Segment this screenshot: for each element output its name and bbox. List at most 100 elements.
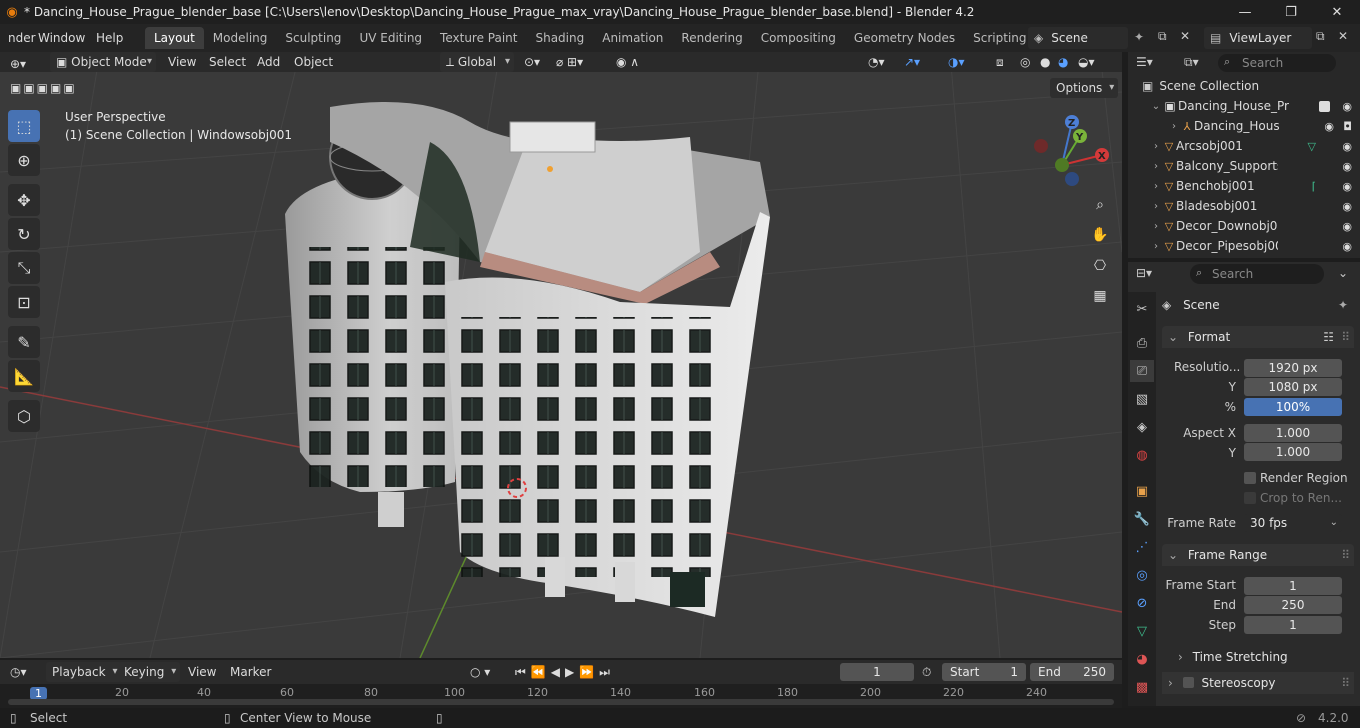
material-shading-icon[interactable]: ◕ — [1058, 52, 1068, 72]
transform-icon[interactable]: ⊡ — [8, 286, 40, 318]
keying-menu[interactable]: Keying — [118, 662, 181, 682]
texture-tab-icon[interactable]: ▩ — [1130, 676, 1154, 698]
select-box-icon[interactable]: ⬚ — [8, 110, 40, 142]
pivot-icon[interactable]: ⊙▾ — [524, 52, 540, 72]
tool-tab-icon[interactable]: ✂ — [1130, 298, 1154, 320]
outliner-item[interactable]: › ▽ Decor_Downobj001 ◉ ◘ — [1150, 216, 1360, 236]
frame-step-field[interactable]: 1 — [1244, 616, 1342, 634]
chevron-down-icon[interactable]: ⌄ — [1150, 101, 1162, 112]
playback-controls-icon[interactable]: ⏮⏪◀▶⏩⏭ — [515, 662, 615, 682]
eye-icon[interactable]: ◉ — [1342, 160, 1352, 173]
eye-icon[interactable]: ◉ — [1342, 200, 1352, 213]
timeline-scrollbar[interactable] — [8, 699, 1114, 705]
drag-handle-icon[interactable]: ⠿ — [1341, 326, 1350, 348]
particles-tab-icon[interactable]: ⋰ — [1130, 536, 1154, 558]
chevron-right-icon[interactable]: › — [1150, 221, 1162, 232]
checkbox-icon[interactable] — [1319, 100, 1330, 112]
resolution-y-field[interactable]: 1080 px — [1244, 378, 1342, 396]
frame-rate-dropdown[interactable]: 30 fps ⌄ — [1244, 514, 1342, 532]
frame-start-field[interactable]: 1 — [1244, 577, 1342, 595]
timeline-editor-icon[interactable]: ◷▾ — [10, 662, 27, 682]
3d-viewport[interactable]: X Y Z User Perspective (1) Scene Collect… — [0, 52, 1122, 658]
tab-animation[interactable]: Animation — [593, 27, 672, 49]
scene-tab-icon[interactable]: ◈ — [1130, 416, 1154, 438]
display-mode-icon[interactable]: ⧉▾ — [1184, 55, 1199, 70]
menu-help[interactable]: Help — [88, 27, 131, 49]
drag-handle-icon[interactable]: ⠿ — [1341, 672, 1350, 694]
pin-icon[interactable]: ✦ — [1134, 30, 1144, 44]
menu-window[interactable]: Window — [30, 27, 93, 49]
properties-editor-icon[interactable]: ⊟▾ — [1136, 266, 1152, 280]
world-tab-icon[interactable]: ◍ — [1130, 444, 1154, 466]
drag-handle-icon[interactable]: ⠿ — [1341, 544, 1350, 566]
pin-icon[interactable]: ✦ — [1338, 294, 1348, 316]
stereoscopy-checkbox[interactable] — [1182, 677, 1194, 688]
tab-uv-editing[interactable]: UV Editing — [350, 27, 431, 49]
outliner-item[interactable]: › ▽ Bladesobj001 ◉ ◘ — [1150, 196, 1360, 216]
outliner-item[interactable]: ⌄ ▣ Dancing_House_Pr ◉ ◘ — [1150, 96, 1360, 116]
grid-view-icon[interactable]: ▦ — [1087, 283, 1113, 309]
timeline-view-menu[interactable]: View — [188, 662, 216, 682]
visibility-icon[interactable]: ◔▾ — [868, 52, 885, 72]
output-tab-icon[interactable]: ⎚ — [1130, 360, 1154, 382]
move-icon[interactable]: ✥ — [8, 184, 40, 216]
tab-geometry-nodes[interactable]: Geometry Nodes — [845, 27, 964, 49]
data-tab-icon[interactable]: ▽ — [1130, 620, 1154, 642]
scene-selector[interactable]: ◈ Scene — [1028, 27, 1128, 49]
eye-icon[interactable]: ◉ — [1342, 220, 1352, 233]
object-mode-dropdown[interactable]: ▣ Object Mode — [50, 52, 156, 72]
zoom-icon[interactable]: ⌕ — [1087, 192, 1113, 218]
xray-icon[interactable]: ⧈ — [996, 52, 1004, 72]
tab-rendering[interactable]: Rendering — [672, 27, 751, 49]
view-layer-tab-icon[interactable]: ▧ — [1130, 388, 1154, 410]
playback-menu[interactable]: Playback — [46, 662, 122, 682]
timeline-ruler[interactable]: 1 20 40 60 80 100 120 140 160 180 200 22… — [0, 684, 1122, 708]
render-region-checkbox[interactable] — [1244, 472, 1256, 484]
marker-menu[interactable]: Marker — [230, 662, 271, 682]
eye-icon[interactable]: ◉ — [1342, 100, 1352, 113]
outliner-root[interactable]: ▣ Scene Collection — [1142, 76, 1360, 96]
selection-mode-icons[interactable]: ▣▣▣▣▣ — [10, 78, 77, 98]
tab-scripting[interactable]: Scripting — [964, 27, 1035, 49]
view-layer-selector[interactable]: ▤ ViewLayer — [1204, 27, 1312, 49]
rotate-icon[interactable]: ↻ — [8, 218, 40, 250]
tab-layout[interactable]: Layout — [145, 27, 204, 49]
outliner-search-input[interactable]: Search — [1218, 54, 1336, 72]
record-icon[interactable]: ○ ▾ — [470, 662, 490, 682]
chevron-right-icon[interactable]: › — [1150, 181, 1162, 192]
chevron-right-icon[interactable]: › — [1150, 201, 1162, 212]
eye-icon[interactable]: ◉ — [1342, 140, 1352, 153]
tab-texture-paint[interactable]: Texture Paint — [431, 27, 526, 49]
outliner-item[interactable]: › ▽ Benchobj001 ⌈ ◉ ◘ — [1150, 176, 1360, 196]
stopwatch-icon[interactable]: ⏱ — [922, 662, 931, 682]
render-tab-icon[interactable]: ⎙ — [1130, 332, 1154, 354]
new-view-layer-icon[interactable]: ⧉ — [1316, 29, 1325, 44]
minimize-button[interactable]: — — [1222, 0, 1268, 24]
menu-select[interactable]: Select — [209, 52, 246, 72]
annotate-icon[interactable]: ✎ — [8, 326, 40, 358]
chevron-right-icon[interactable]: › — [1150, 161, 1162, 172]
start-frame-field[interactable]: Start 1 — [942, 663, 1026, 681]
modifier-tab-icon[interactable]: 🔧 — [1130, 508, 1154, 530]
chevron-right-icon[interactable]: › — [1150, 241, 1162, 252]
aspect-x-field[interactable]: 1.000 — [1244, 424, 1342, 442]
chevron-down-icon[interactable]: ⌄ — [1338, 266, 1348, 280]
solid-shading-icon[interactable]: ● — [1040, 52, 1050, 72]
menu-add[interactable]: Add — [257, 52, 280, 72]
menu-object[interactable]: Object — [294, 52, 333, 72]
crop-checkbox[interactable] — [1244, 492, 1256, 504]
outliner-editor-icon[interactable]: ☰▾ — [1136, 55, 1153, 69]
delete-view-layer-icon[interactable]: ✕ — [1338, 29, 1348, 43]
proportional-edit-icon[interactable]: ◉ ∧ — [616, 52, 639, 72]
format-panel-header[interactable]: ⌄ Format ☷ ⠿ — [1162, 326, 1354, 348]
cursor-icon[interactable]: ⊕ — [8, 144, 40, 176]
transform-orientation-dropdown[interactable]: ⟂ Global — [440, 52, 514, 72]
maximize-button[interactable]: ❐ — [1268, 0, 1314, 24]
resolution-percent-field[interactable]: 100% — [1244, 398, 1342, 416]
camera-view-icon[interactable]: ⎔ — [1087, 253, 1113, 279]
constraints-tab-icon[interactable]: ⊘ — [1130, 592, 1154, 614]
current-frame-field[interactable]: 1 — [840, 663, 914, 681]
close-button[interactable]: ✕ — [1314, 0, 1360, 24]
pan-hand-icon[interactable]: ✋ — [1087, 222, 1113, 248]
object-tab-icon[interactable]: ▣ — [1130, 480, 1154, 502]
